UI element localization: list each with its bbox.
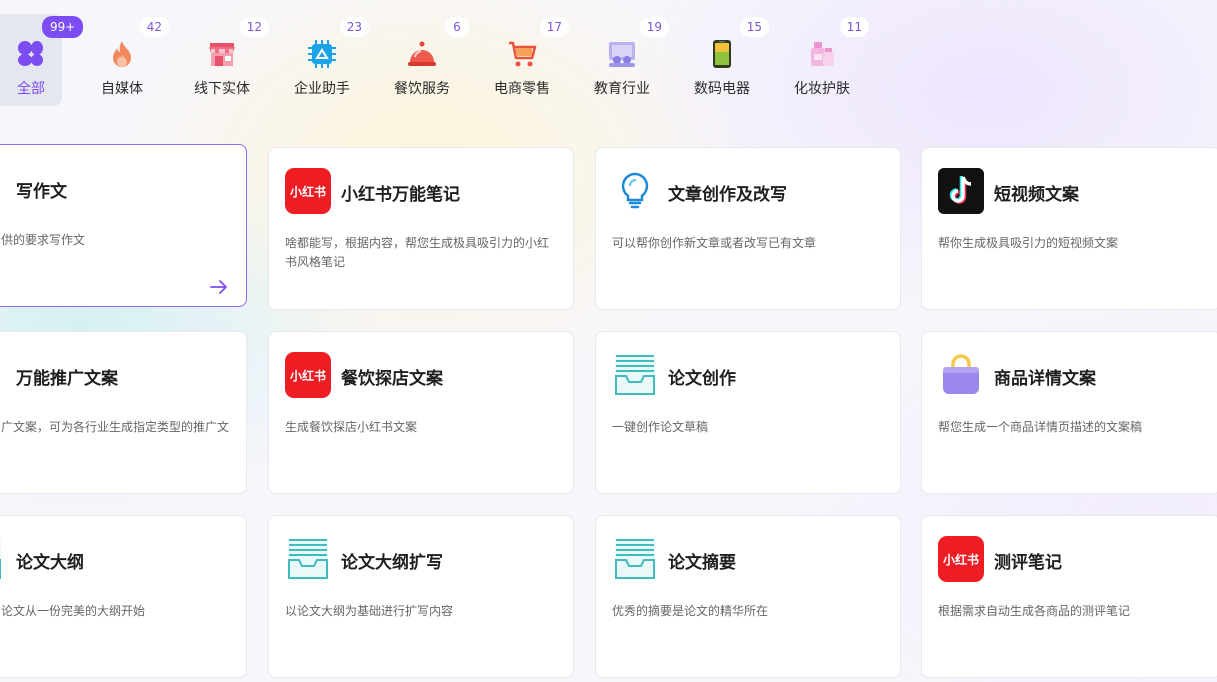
shopping-bag-icon — [938, 352, 984, 398]
tool-card[interactable]: 小红书 餐饮探店文案 生成餐饮探店小红书文案 — [268, 331, 574, 494]
category-label: 企业助手 — [294, 81, 350, 97]
category-label: 化妆护肤 — [794, 81, 850, 97]
card-title: 写作文 — [16, 182, 67, 202]
xiaohongshu-icon: 小红书 — [285, 168, 331, 214]
grid-icon — [15, 38, 47, 70]
card-title: 短视频文案 — [994, 185, 1079, 205]
storefront-icon — [206, 38, 238, 70]
tool-card[interactable]: 商品详情文案 帮您生成一个商品详情页描述的文案稿 — [921, 331, 1217, 494]
lightbulb-icon — [612, 168, 658, 214]
tool-card[interactable]: 论文大纲 论文从一份完美的大纲开始 — [0, 515, 247, 678]
card-title: 论文摘要 — [668, 553, 736, 573]
category-count-badge: 19 — [639, 17, 669, 37]
category-ecommerce[interactable]: 17 电商零售 — [479, 14, 569, 106]
card-title: 测评笔记 — [994, 553, 1062, 573]
tool-card[interactable]: 文章创作及改写 可以帮你创作新文章或者改写已有文章 — [595, 147, 901, 310]
xiaohongshu-icon: 小红书 — [285, 352, 331, 398]
fire-icon — [106, 38, 138, 70]
category-label: 线下实体 — [194, 81, 250, 97]
category-media[interactable]: 42 自媒体 — [79, 14, 169, 106]
tool-card[interactable]: 短视频文案 帮你生成极具吸引力的短视频文案 — [921, 147, 1217, 310]
cosmetics-icon — [806, 38, 838, 70]
card-title: 文章创作及改写 — [668, 185, 787, 205]
card-title: 万能推广文案 — [16, 369, 118, 389]
card-description: 帮你生成极具吸引力的短视频文案 — [938, 236, 1119, 250]
card-title: 商品详情文案 — [994, 369, 1096, 389]
category-cosmetics[interactable]: 11 化妆护肤 — [779, 14, 869, 106]
card-description: 一键创作论文草稿 — [612, 420, 709, 434]
category-offline-store[interactable]: 12 线下实体 — [179, 14, 269, 106]
tool-card[interactable]: 论文摘要 优秀的摘要是论文的精华所在 — [595, 515, 901, 678]
category-label: 数码电器 — [694, 81, 750, 97]
card-title: 餐饮探店文案 — [341, 369, 443, 389]
xiaohongshu-logo-text: 小红书 — [290, 184, 326, 199]
category-label: 餐饮服务 — [394, 81, 450, 97]
category-count-badge: 42 — [139, 17, 169, 37]
category-education[interactable]: 19 教育行业 — [579, 14, 669, 106]
xiaohongshu-logo-text: 小红书 — [290, 368, 326, 383]
card-title: 论文创作 — [668, 369, 736, 389]
arrow-right-icon[interactable] — [210, 280, 228, 294]
card-description: 广文案，可为各行业生成指定类型的推广文 — [1, 420, 230, 434]
category-count-badge: 15 — [739, 17, 769, 37]
phone-icon — [706, 38, 738, 70]
category-count-badge: 23 — [339, 17, 369, 37]
tool-card[interactable]: 论文大纲扩写 以论文大纲为基础进行扩写内容 — [268, 515, 574, 678]
paper-tray-icon — [285, 536, 331, 582]
chip-icon — [306, 38, 338, 70]
category-label: 电商零售 — [494, 81, 550, 97]
card-title: 论文大纲 — [16, 553, 84, 573]
card-description: 以论文大纲为基础进行扩写内容 — [285, 604, 454, 618]
category-all[interactable]: 99+ 全部 — [0, 14, 84, 106]
paper-tray-icon — [0, 536, 4, 582]
card-description: 论文从一份完美的大纲开始 — [1, 604, 146, 618]
category-count-badge: 99+ — [42, 16, 84, 38]
paper-tray-icon — [612, 536, 658, 582]
category-label: 全部 — [17, 81, 45, 97]
tiktok-icon — [938, 168, 984, 214]
category-digital[interactable]: 15 数码电器 — [679, 14, 769, 106]
card-description: 根据需求自动生成各商品的测评笔记 — [938, 604, 1131, 618]
card-description: 供的要求写作文 — [1, 233, 86, 247]
tool-card[interactable]: 论文创作 一键创作论文草稿 — [595, 331, 901, 494]
card-description: 帮您生成一个商品详情页描述的文案稿 — [938, 420, 1143, 434]
card-description: 生成餐饮探店小红书文案 — [285, 420, 418, 434]
shopping-cart-icon — [506, 38, 538, 70]
category-label: 教育行业 — [594, 81, 650, 97]
category-count-badge: 17 — [539, 17, 569, 37]
category-count-badge: 12 — [239, 17, 269, 37]
card-title: 论文大纲扩写 — [341, 553, 443, 573]
tool-card[interactable]: 小红书 测评笔记 根据需求自动生成各商品的测评笔记 — [921, 515, 1217, 678]
category-count-badge: 6 — [445, 17, 469, 37]
card-title: 小红书万能笔记 — [341, 185, 460, 205]
category-catering[interactable]: 6 餐饮服务 — [379, 14, 469, 106]
tool-card[interactable]: 写作文 供的要求写作文 — [0, 144, 247, 307]
category-label: 自媒体 — [101, 81, 143, 97]
food-cloche-icon — [406, 38, 438, 70]
category-count-badge: 11 — [839, 17, 869, 37]
category-enterprise[interactable]: 23 企业助手 — [279, 14, 369, 106]
classroom-icon — [606, 38, 638, 70]
card-description: 啥都能写，根据内容，帮您生成极具吸引力的小红书风格笔记 — [285, 236, 550, 269]
paper-tray-icon — [612, 352, 658, 398]
xiaohongshu-logo-text: 小红书 — [943, 552, 979, 567]
card-description: 优秀的摘要是论文的精华所在 — [612, 604, 769, 618]
xiaohongshu-icon: 小红书 — [938, 536, 984, 582]
category-bar: 99+ 全部 42 自媒体 12 线下实体 23 企业助手 6 餐饮服务 17 — [0, 0, 900, 120]
card-description: 可以帮你创作新文章或者改写已有文章 — [612, 236, 817, 250]
tool-card[interactable]: 万能推广文案 广文案，可为各行业生成指定类型的推广文 — [0, 331, 247, 494]
tool-card[interactable]: 小红书 小红书万能笔记 啥都能写，根据内容，帮您生成极具吸引力的小红书风格笔记 — [268, 147, 574, 310]
